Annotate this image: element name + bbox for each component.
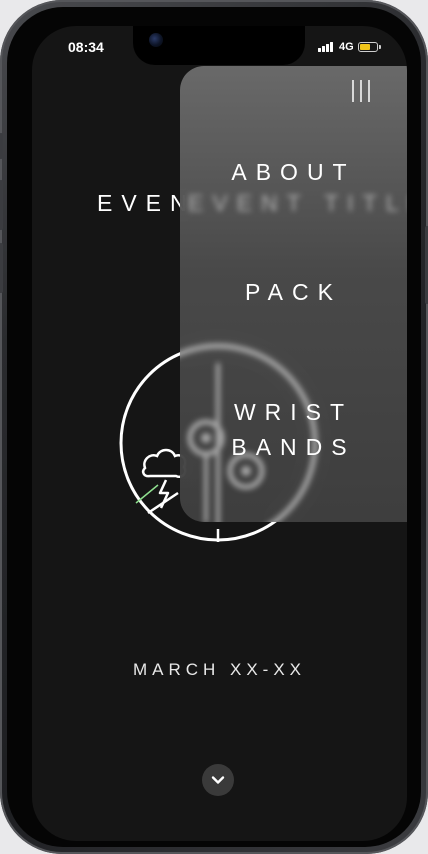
screen: EVEN MARCH XX-XX 08:34 4G EVENT TITL ABO… xyxy=(32,26,407,841)
volume-up-button xyxy=(0,180,3,230)
status-indicators: 4G xyxy=(318,40,381,54)
mute-switch xyxy=(0,133,3,159)
menu-item-about[interactable]: ABOUT xyxy=(180,155,407,190)
notch xyxy=(133,26,305,65)
battery-icon xyxy=(357,42,381,52)
event-date: MARCH XX-XX xyxy=(132,660,307,679)
phone-frame: EVEN MARCH XX-XX 08:34 4G EVENT TITL ABO… xyxy=(0,0,428,854)
scroll-down-button[interactable] xyxy=(202,764,234,796)
blurred-event-title: EVENT TITLE xyxy=(188,190,407,216)
status-time: 08:34 xyxy=(68,39,104,55)
menu-toggle-button[interactable] xyxy=(352,80,370,102)
signal-icon xyxy=(318,42,334,52)
front-camera xyxy=(149,33,163,47)
menu-panel: EVENT TITLE ABOUT PACK xyxy=(180,66,407,522)
network-label: 4G xyxy=(339,41,354,53)
menu-item-pack[interactable]: PACK xyxy=(180,275,407,310)
volume-down-button xyxy=(0,243,3,293)
menu-bars-icon xyxy=(352,80,354,102)
chevron-down-icon xyxy=(211,776,225,784)
menu-item-wristbands[interactable]: WRIST BANDS xyxy=(180,395,407,465)
phone-bezel: EVEN MARCH XX-XX 08:34 4G EVENT TITL ABO… xyxy=(7,7,421,847)
